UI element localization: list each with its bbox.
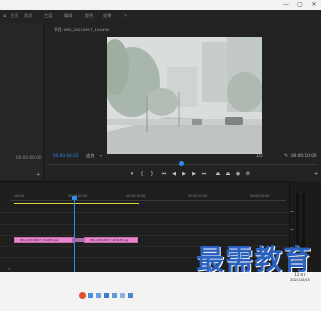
add-icon[interactable]: + (36, 172, 40, 178)
close-icon[interactable]: ✕ (308, 0, 320, 10)
track-divider (0, 224, 289, 225)
wrench-icon[interactable]: ✎ (284, 153, 288, 159)
taskbar-icon[interactable] (120, 293, 125, 298)
chevron-down-icon[interactable]: ▾ (100, 153, 102, 158)
menu-item-0[interactable]: 主页 (10, 13, 18, 19)
play-icon[interactable]: ▶ (180, 170, 188, 179)
add-button-icon[interactable]: + (314, 171, 318, 177)
frame-forward-icon[interactable]: ▶ (190, 170, 198, 179)
camera-icon[interactable]: ◉ (234, 170, 242, 179)
track-divider (0, 235, 289, 236)
step-forward-icon[interactable]: ⏭ (200, 170, 208, 179)
transport-controls: ▾ { } ⏮ ◀ ▶ ▶ ⏭ ⏏ ⏏ ◉ ⚙ (120, 170, 270, 179)
program-tab[interactable]: 节目: IMG_20210917_104430 (48, 25, 168, 34)
ruler-label-0: :00:00 (14, 194, 25, 198)
home-icon[interactable]: ⌂ (3, 13, 6, 19)
ruler-label-2: 00:00:10:00 (126, 194, 146, 198)
track-toggle-icon[interactable]: » (8, 266, 10, 271)
timeline-playhead[interactable] (74, 198, 75, 273)
menu-item-5[interactable]: 效果 (103, 13, 111, 19)
program-duration: 00:00:10:00 (291, 153, 317, 158)
work-area-bar[interactable] (14, 203, 139, 204)
workspace-bar: ⌂ 主页 首页 兰渡 编辑 颜色 效果 » (0, 10, 321, 23)
street-scene-image (107, 37, 262, 154)
quality-dropdown[interactable]: 1/2 (256, 153, 263, 158)
timeline-clip-2[interactable]: IMG_20210917_104439.jpg (84, 237, 138, 243)
mark-in-icon[interactable]: ▾ (128, 170, 136, 179)
clock-date[interactable]: 2021/10/15 (284, 278, 316, 282)
premiere-app: { "menu": { "items": ["主页", "首页", "兰渡", … (0, 0, 321, 311)
program-tab-label: 节目: IMG_20210917_104430 (54, 27, 110, 32)
menu-item-2[interactable]: 兰渡 (44, 13, 52, 19)
app-icon[interactable] (79, 292, 86, 299)
more-icon[interactable]: » (124, 13, 127, 19)
time-ruler[interactable] (10, 200, 286, 201)
fit-dropdown[interactable]: 适合 (86, 153, 94, 159)
step-back-icon[interactable]: ⏮ (160, 170, 168, 179)
ruler-label-3: 00:00:15:00 (188, 194, 208, 198)
program-current-timecode[interactable]: 00:00:04:22 (53, 153, 79, 158)
clip-label-2: IMG_20210917_104439.jpg (90, 238, 129, 242)
ruler-label-4: 00:00:20:00 (250, 194, 270, 198)
clip-label-1: IMG_20210917_104430.jpg (20, 238, 59, 242)
menu-item-4[interactable]: 颜色 (85, 13, 93, 19)
source-timecode: 00:00:00:00 (16, 155, 42, 160)
taskbar-icon[interactable] (104, 293, 109, 298)
watermark-logo: 最需教育 (196, 243, 313, 276)
ruler-label-1: 00:00:05:00 (68, 194, 88, 198)
maximize-icon[interactable]: ▢ (294, 0, 306, 10)
video-preview (107, 37, 262, 154)
go-to-in-icon[interactable]: } (148, 170, 156, 179)
mark-out-icon[interactable]: { (138, 170, 146, 179)
playhead-handle[interactable] (72, 196, 77, 200)
track-divider (0, 212, 289, 213)
taskbar-icon[interactable] (88, 293, 93, 298)
taskbar-icon[interactable] (128, 293, 133, 298)
meter-tick (290, 211, 294, 212)
window-titlebar: — ▢ ✕ (0, 0, 321, 10)
source-panel: 00:00:00:00 + (0, 23, 44, 180)
lift-icon[interactable]: ⏏ (214, 170, 222, 179)
settings-icon[interactable]: ⚙ (244, 170, 252, 179)
extract-icon[interactable]: ⏏ (224, 170, 232, 179)
monitor-playhead[interactable] (179, 161, 184, 166)
taskbar-icon[interactable] (96, 293, 101, 298)
minimize-icon[interactable]: — (280, 0, 292, 10)
menu-item-3[interactable]: 编辑 (64, 13, 72, 19)
taskbar-icon[interactable] (112, 293, 117, 298)
timeline-clip-1[interactable]: IMG_20210917_104430.jpg (14, 237, 75, 243)
meter-tick (290, 229, 294, 230)
menu-item-1[interactable]: 首页 (24, 13, 32, 19)
frame-back-icon[interactable]: ◀ (170, 170, 178, 179)
